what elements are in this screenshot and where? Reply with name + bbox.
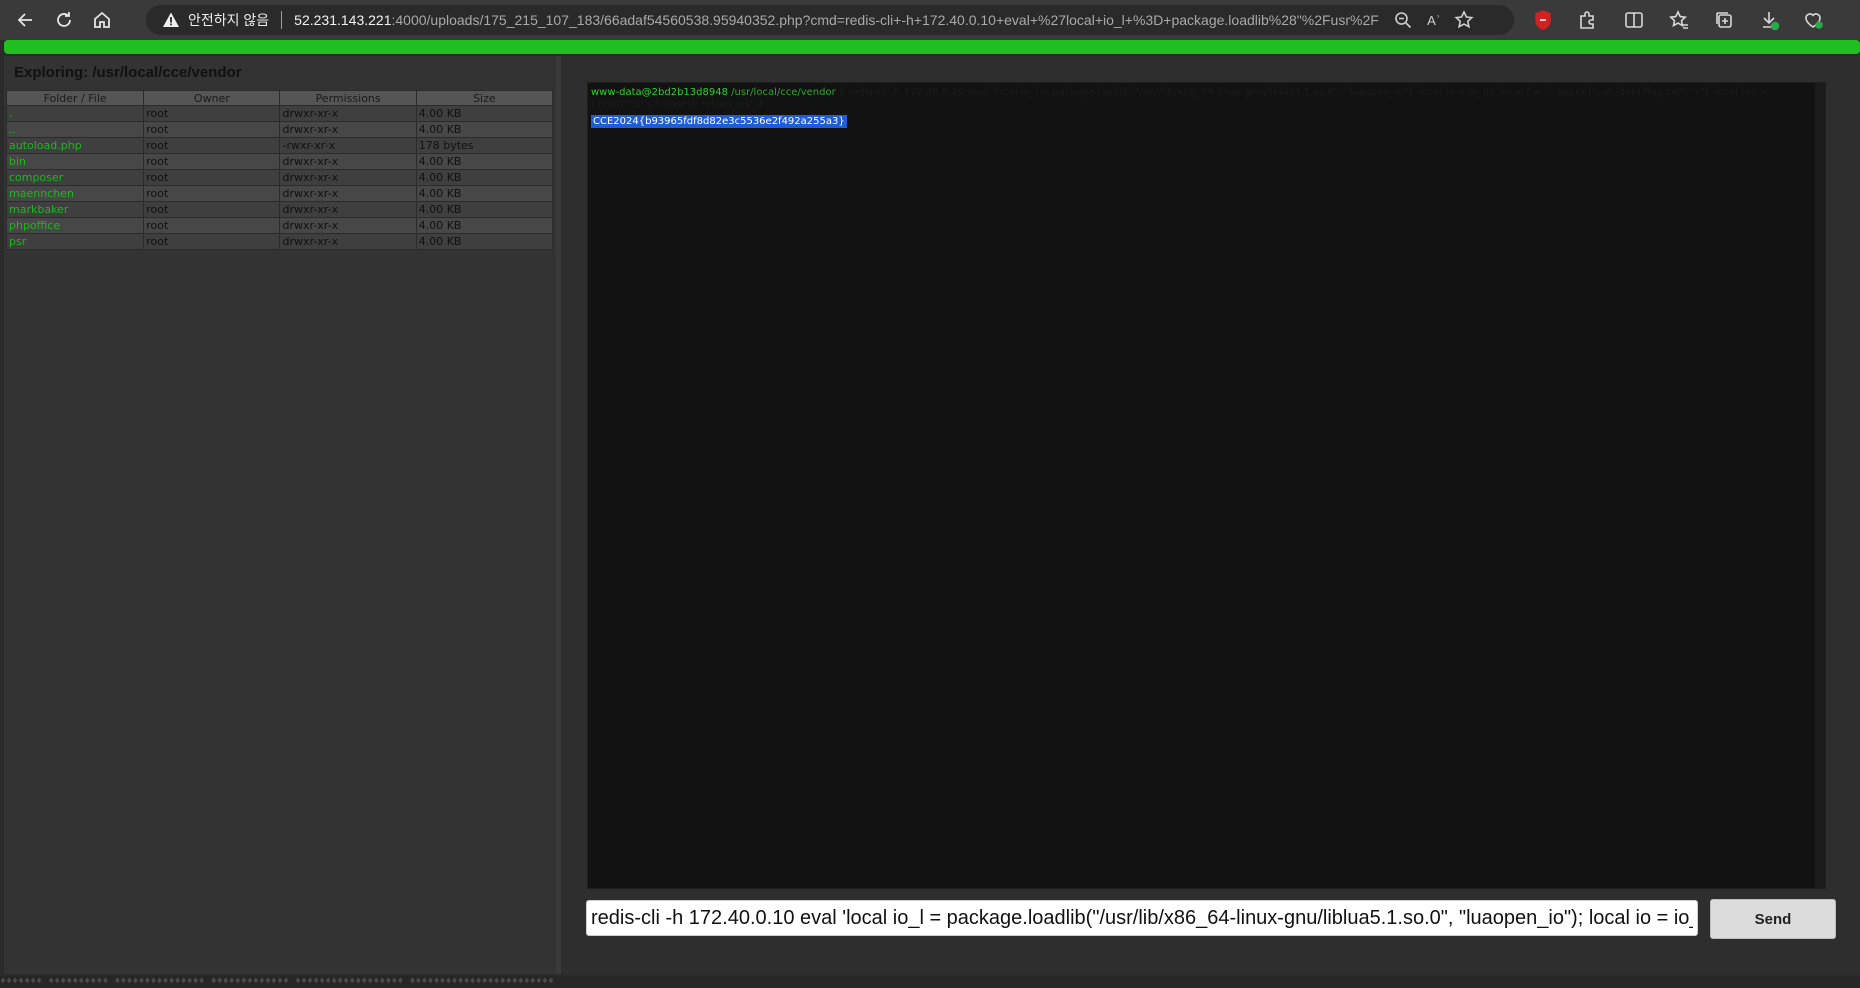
table-row: phpoffice root drwxr-xr-x 4.00 KB — [5, 217, 554, 234]
file-owner: root — [143, 185, 281, 202]
read-aloud-icon[interactable]: Aʾ — [1427, 13, 1440, 28]
file-size: 4.00 KB — [415, 233, 554, 250]
terminal-output[interactable]: www-data@2bd2b13d8948 /usr/local/cce/ven… — [587, 82, 1826, 889]
file-owner: root — [143, 201, 281, 218]
table-row: . root drwxr-xr-x 4.00 KB — [5, 105, 554, 122]
explorer-scrollbar[interactable] — [556, 56, 561, 974]
file-permissions: drwxr-xr-x — [279, 185, 417, 202]
table-row: bin root drwxr-xr-x 4.00 KB — [5, 153, 554, 170]
prompt-user: www-data@2bd2b13d8948 — [591, 87, 728, 98]
file-size: 4.00 KB — [415, 185, 554, 202]
collections-icon[interactable] — [1713, 9, 1735, 31]
terminal-scrollbar[interactable] — [1815, 83, 1825, 888]
table-header-row: Folder / File Owner Permissions Size — [5, 90, 554, 106]
column-header[interactable]: Folder / File — [5, 90, 145, 106]
file-name-link[interactable]: bin — [5, 153, 145, 170]
file-owner: root — [143, 137, 281, 154]
favorites-icon[interactable] — [1668, 9, 1690, 31]
file-size: 4.00 KB — [415, 201, 554, 218]
file-owner: root — [143, 105, 281, 122]
downloads-icon[interactable] — [1758, 9, 1780, 31]
send-button[interactable]: Send — [1710, 899, 1836, 939]
prompt-path: /usr/local/cce/vendor — [731, 87, 836, 98]
url-text[interactable]: 52.231.143.221:4000/uploads/175_215_107_… — [294, 12, 1379, 28]
refresh-icon[interactable] — [50, 6, 78, 34]
browser-essentials-icon[interactable] — [1802, 9, 1824, 31]
file-permissions: drwxr-xr-x — [279, 153, 417, 170]
file-name-link[interactable]: phpoffice — [5, 217, 145, 234]
file-permissions: -rwxr-xr-x — [279, 137, 417, 154]
security-warning-label[interactable]: 안전하지 않음 — [188, 10, 269, 30]
file-owner: root — [143, 233, 281, 250]
command-input[interactable] — [586, 900, 1698, 936]
table-row: autoload.php root -rwxr-xr-x 178 bytes — [5, 137, 554, 154]
file-size: 4.00 KB — [415, 121, 554, 138]
file-permissions: drwxr-xr-x — [279, 233, 417, 250]
back-arrow-icon[interactable] — [12, 6, 40, 34]
explorer-title: Exploring: /usr/local/cce/vendor — [14, 64, 242, 81]
file-size: 4.00 KB — [415, 153, 554, 170]
file-name-link[interactable]: . — [5, 105, 145, 122]
file-size: 4.00 KB — [415, 169, 554, 186]
file-name-link[interactable]: markbaker — [5, 201, 145, 218]
file-permissions: drwxr-xr-x — [279, 201, 417, 218]
file-name-link[interactable]: autoload.php — [5, 137, 145, 154]
column-header[interactable]: Owner — [143, 90, 281, 106]
warning-triangle-icon[interactable] — [162, 11, 180, 29]
column-header[interactable]: Size — [415, 90, 554, 106]
split-screen-icon[interactable] — [1623, 9, 1645, 31]
zoom-out-icon[interactable] — [1393, 10, 1413, 30]
address-bar[interactable]: 안전하지 않음 52.231.143.221:4000/uploads/175_… — [146, 5, 1514, 35]
extension-shield-icon[interactable] — [1532, 9, 1554, 31]
file-table: Folder / File Owner Permissions Size . r… — [5, 90, 554, 250]
file-name-link[interactable]: composer — [5, 169, 145, 186]
url-path: :4000/uploads/175_215_107_183/66adaf5456… — [391, 12, 1380, 28]
browser-toolbar: 안전하지 않음 52.231.143.221:4000/uploads/175_… — [0, 0, 1860, 41]
home-icon[interactable] — [88, 6, 116, 34]
file-permissions: drwxr-xr-x — [279, 169, 417, 186]
status-strip: ♦♦♦♦♦♦♦ ♦♦♦♦♦♦♦♦♦♦ ♦♦♦♦♦♦♦♦♦♦♦♦♦♦♦ ♦♦♦♦♦… — [0, 976, 1860, 988]
file-name-link[interactable]: .. — [5, 121, 145, 138]
table-row: maennchen root drwxr-xr-x 4.00 KB — [5, 185, 554, 202]
file-owner: root — [143, 153, 281, 170]
terminal-prompt-line: www-data@2bd2b13d8948 /usr/local/cce/ven… — [591, 87, 1806, 111]
star-icon[interactable] — [1454, 10, 1474, 30]
file-size: 4.00 KB — [415, 105, 554, 122]
file-owner: root — [143, 121, 281, 138]
file-name-link[interactable]: maennchen — [5, 185, 145, 202]
column-header[interactable]: Permissions — [279, 90, 417, 106]
file-explorer-panel: Exploring: /usr/local/cce/vendor Folder … — [4, 56, 561, 974]
address-divider — [281, 11, 283, 29]
file-permissions: drwxr-xr-x — [279, 121, 417, 138]
url-host: 52.231.143.221 — [294, 12, 392, 28]
table-row: markbaker root drwxr-xr-x 4.00 KB — [5, 201, 554, 218]
table-row: psr root drwxr-xr-x 4.00 KB — [5, 233, 554, 250]
table-row: .. root drwxr-xr-x 4.00 KB — [5, 121, 554, 138]
file-name-link[interactable]: psr — [5, 233, 145, 250]
command-output-selected[interactable]: CCE2024{b93965fdf8d82e3c5536e2f492a255a3… — [591, 115, 847, 128]
progress-bar — [4, 40, 1860, 54]
file-owner: root — [143, 169, 281, 186]
table-row: composer root drwxr-xr-x 4.00 KB — [5, 169, 554, 186]
file-size: 178 bytes — [415, 137, 554, 154]
file-owner: root — [143, 217, 281, 234]
extensions-puzzle-icon[interactable] — [1576, 9, 1598, 31]
file-size: 4.00 KB — [415, 217, 554, 234]
file-permissions: drwxr-xr-x — [279, 105, 417, 122]
file-permissions: drwxr-xr-x — [279, 217, 417, 234]
